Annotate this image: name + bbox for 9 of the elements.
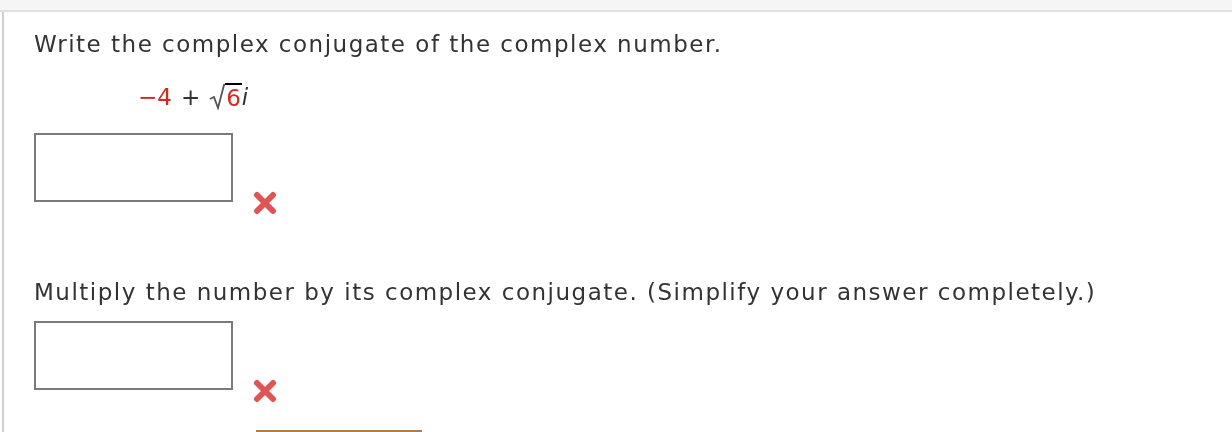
question-text: Write the complex conjugate of the complex number. — [34, 30, 724, 59]
answer-field[interactable] — [34, 321, 233, 390]
math-term: 6 — [225, 83, 242, 111]
radical-sign-icon — [209, 84, 226, 110]
question-text: Multiply the number by its complex conjugate. (Simplify your answer completely.) — [34, 278, 1098, 307]
math-term: −4 — [138, 83, 172, 111]
answer-field[interactable] — [34, 133, 233, 202]
imaginary-unit: i — [241, 83, 249, 111]
math-operator: + — [180, 83, 201, 111]
